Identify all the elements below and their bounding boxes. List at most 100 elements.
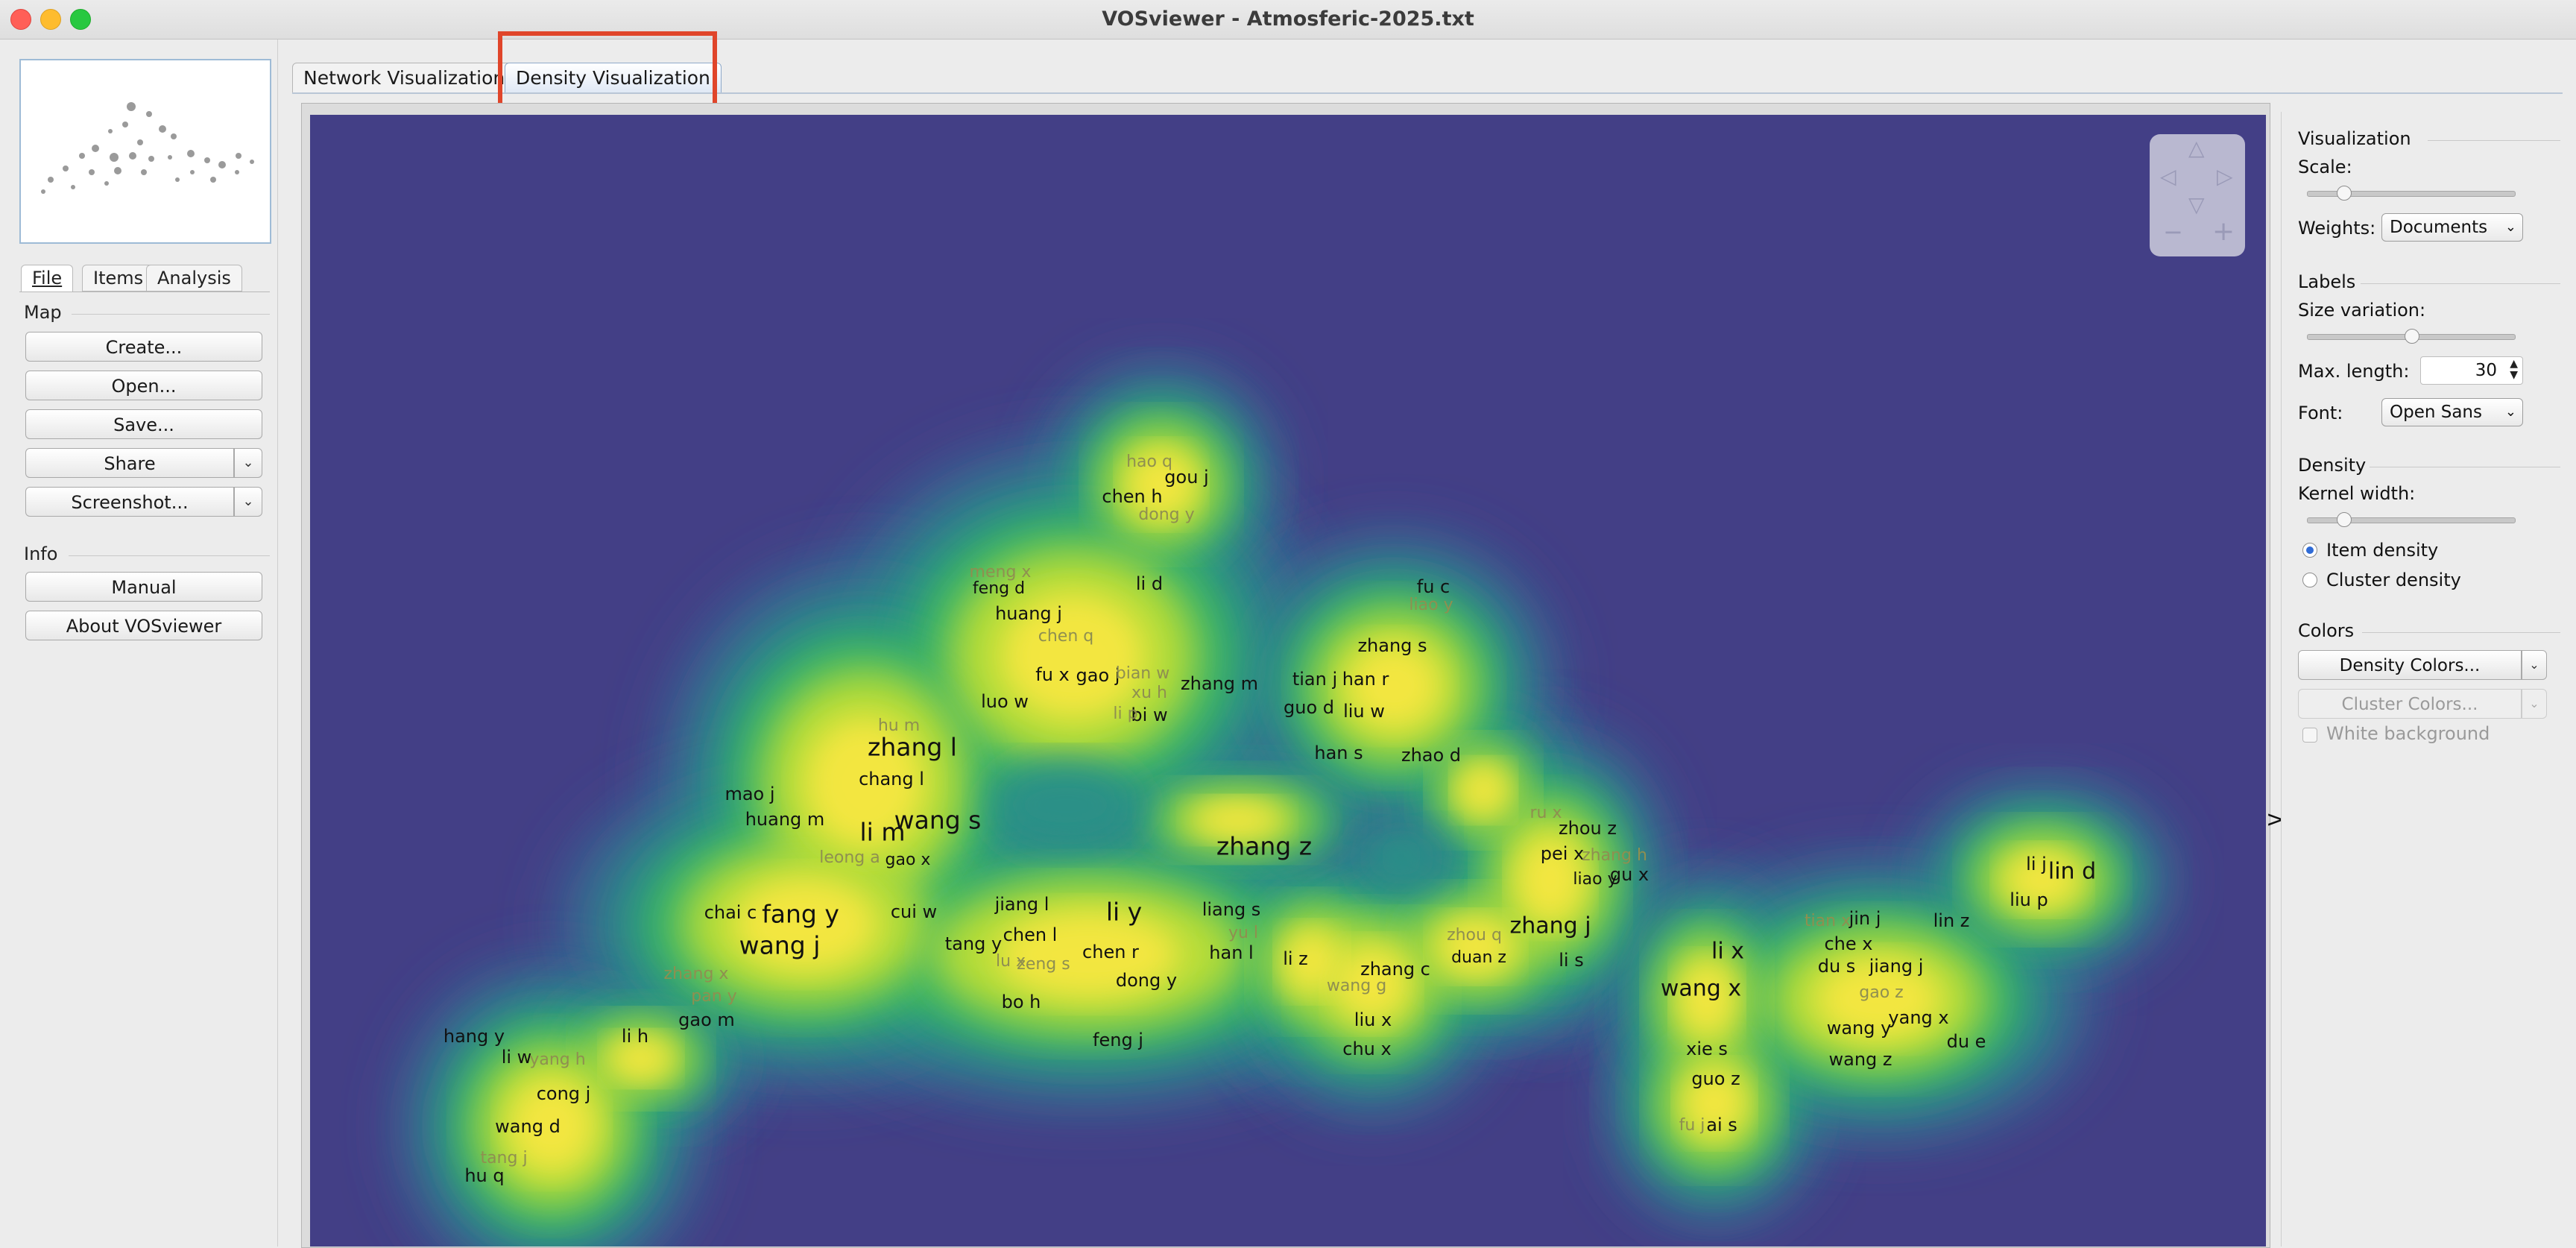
- author-label[interactable]: dong y: [1116, 970, 1177, 991]
- author-label[interactable]: zeng s: [1017, 955, 1070, 974]
- author-label[interactable]: wang g: [1327, 977, 1386, 995]
- tab-items[interactable]: Items: [82, 265, 154, 291]
- author-label[interactable]: jiang j: [1869, 956, 1924, 977]
- author-label[interactable]: zhou z: [1559, 818, 1617, 839]
- author-label[interactable]: li y: [1106, 898, 1142, 927]
- density-colors-dropdown-arrow[interactable]: ⌄: [2522, 650, 2547, 680]
- about-button[interactable]: About VOSviewer: [25, 611, 262, 640]
- author-label[interactable]: li j: [2026, 854, 2047, 874]
- share-dropdown-arrow[interactable]: ⌄: [234, 448, 262, 478]
- open-button[interactable]: Open...: [25, 371, 262, 400]
- author-label[interactable]: chang l: [859, 769, 924, 790]
- author-label[interactable]: zhang x: [664, 965, 729, 983]
- author-label[interactable]: hang y: [443, 1026, 505, 1047]
- screenshot-button[interactable]: Screenshot...: [25, 487, 234, 517]
- author-label[interactable]: li p: [1113, 705, 1137, 723]
- author-label[interactable]: chen q: [1038, 627, 1093, 646]
- author-label[interactable]: bo h: [1002, 992, 1041, 1012]
- author-label[interactable]: duan z: [1451, 948, 1506, 967]
- author-label[interactable]: fu j: [1679, 1116, 1705, 1135]
- author-label[interactable]: pei x: [1541, 843, 1585, 864]
- author-label[interactable]: huang j: [995, 603, 1062, 624]
- author-label[interactable]: tian j: [1292, 669, 1337, 690]
- author-label[interactable]: gao m: [678, 1009, 735, 1030]
- author-label[interactable]: fang y: [762, 900, 839, 929]
- author-label[interactable]: dong y: [1138, 505, 1194, 524]
- author-label[interactable]: liu x: [1354, 1009, 1392, 1030]
- author-label[interactable]: meng x: [970, 563, 1032, 582]
- author-label[interactable]: liang s: [1202, 899, 1261, 920]
- density-colors-button[interactable]: Density Colors...: [2298, 650, 2522, 680]
- author-label[interactable]: chai c: [704, 902, 757, 923]
- author-label[interactable]: bian w: [1116, 664, 1170, 683]
- author-label[interactable]: mao j: [724, 784, 774, 804]
- author-label[interactable]: li x: [1711, 939, 1744, 965]
- author-label[interactable]: wang x: [1661, 976, 1741, 1002]
- zoom-out-icon[interactable]: −: [2163, 218, 2183, 246]
- author-label[interactable]: zhao d: [1401, 745, 1461, 766]
- author-label[interactable]: wang d: [495, 1116, 561, 1137]
- tab-file[interactable]: File: [21, 265, 73, 292]
- kernel-width-slider-thumb[interactable]: [2337, 512, 2352, 527]
- scale-slider[interactable]: [2307, 191, 2516, 197]
- author-label[interactable]: liu p: [2010, 889, 2048, 910]
- author-label[interactable]: cui w: [891, 901, 937, 922]
- share-button[interactable]: Share: [25, 448, 234, 478]
- author-label[interactable]: gao j: [1076, 665, 1120, 686]
- spinner-arrows-icon[interactable]: ▲▼: [2510, 359, 2518, 381]
- scale-slider-thumb[interactable]: [2337, 186, 2352, 201]
- author-label[interactable]: gao z: [1859, 983, 1903, 1002]
- author-label[interactable]: gao x: [886, 851, 931, 869]
- item-density-radio[interactable]: [2302, 543, 2317, 558]
- author-label[interactable]: guo d: [1284, 697, 1334, 718]
- author-label[interactable]: zhang z: [1216, 832, 1312, 861]
- author-label[interactable]: che x: [1824, 933, 1872, 954]
- author-label[interactable]: zhang s: [1357, 635, 1427, 656]
- author-label[interactable]: chen h: [1102, 486, 1162, 507]
- navigation-widget[interactable]: △ ◁ ▷ ▽ − +: [2150, 134, 2245, 256]
- pan-right-icon[interactable]: ▷: [2217, 164, 2233, 189]
- author-label[interactable]: wang z: [1828, 1049, 1892, 1070]
- author-label[interactable]: lin z: [1933, 910, 1970, 931]
- author-label[interactable]: zhang l: [868, 733, 957, 762]
- manual-button[interactable]: Manual: [25, 572, 262, 602]
- author-label[interactable]: chen r: [1082, 942, 1139, 962]
- author-label[interactable]: du s: [1818, 956, 1856, 977]
- author-label[interactable]: xie s: [1686, 1039, 1728, 1059]
- author-label[interactable]: gou j: [1164, 467, 1208, 488]
- screenshot-dropdown-arrow[interactable]: ⌄: [234, 487, 262, 517]
- author-label[interactable]: guo z: [1691, 1068, 1740, 1089]
- author-label[interactable]: li w: [502, 1047, 532, 1068]
- author-label[interactable]: feng d: [973, 579, 1025, 598]
- tab-analysis[interactable]: Analysis: [146, 265, 242, 291]
- author-label[interactable]: luo w: [981, 691, 1029, 712]
- save-button[interactable]: Save...: [25, 409, 262, 439]
- cluster-density-radio[interactable]: [2302, 573, 2317, 587]
- author-label[interactable]: zhang m: [1181, 673, 1258, 694]
- author-label[interactable]: zhou q: [1447, 926, 1502, 945]
- author-label[interactable]: fu c: [1417, 576, 1450, 597]
- author-label[interactable]: liu w: [1343, 701, 1385, 722]
- author-label[interactable]: han s: [1314, 743, 1363, 763]
- author-label[interactable]: hu q: [464, 1165, 504, 1186]
- author-label[interactable]: wang s: [894, 806, 982, 835]
- author-label[interactable]: li m: [860, 818, 906, 847]
- author-label[interactable]: yang x: [1888, 1007, 1948, 1028]
- author-label[interactable]: tian x: [1805, 912, 1851, 930]
- size-variation-slider-thumb[interactable]: [2405, 329, 2419, 344]
- overview-map[interactable]: [19, 59, 271, 244]
- author-label[interactable]: wang j: [739, 931, 821, 960]
- author-label[interactable]: chu x: [1342, 1039, 1391, 1059]
- author-label[interactable]: huang m: [745, 809, 825, 830]
- tab-network-visualization[interactable]: Network Visualization: [292, 63, 516, 94]
- author-label[interactable]: xu h: [1131, 684, 1167, 702]
- weights-select[interactable]: Documents⌄: [2381, 213, 2523, 242]
- author-label[interactable]: yu l: [1228, 924, 1258, 942]
- author-label[interactable]: yang h: [529, 1050, 585, 1069]
- author-label[interactable]: lin d: [2048, 859, 2096, 885]
- author-label[interactable]: li h: [622, 1026, 648, 1047]
- author-label[interactable]: ru x: [1530, 804, 1562, 822]
- author-label[interactable]: tang y: [945, 933, 1002, 954]
- author-label[interactable]: jiang l: [994, 894, 1049, 915]
- author-label[interactable]: ai s: [1706, 1115, 1737, 1135]
